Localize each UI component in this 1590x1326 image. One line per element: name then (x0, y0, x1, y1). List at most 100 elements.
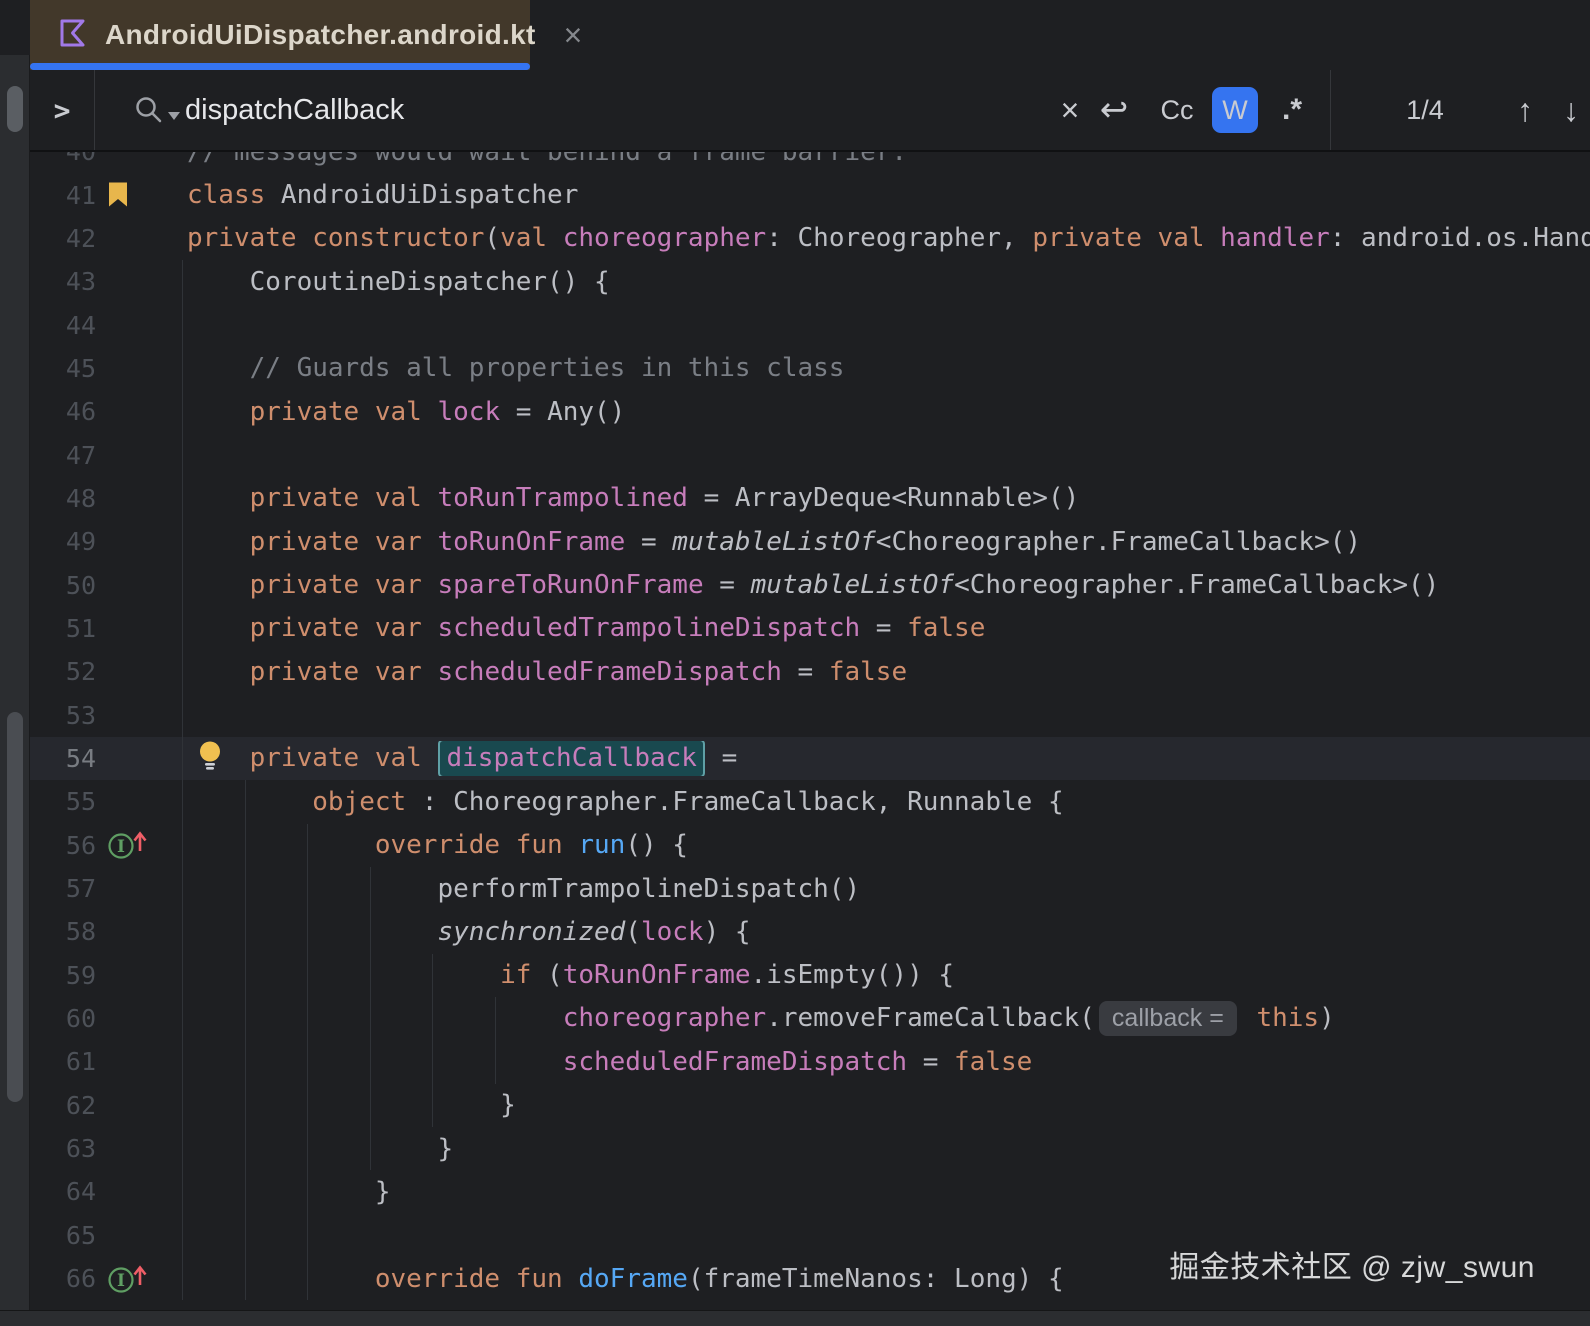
gutter-icon-slot (96, 1170, 187, 1213)
code-line-45[interactable]: 45 // Guards all properties in this clas… (30, 347, 1590, 390)
match-case-toggle[interactable]: Cc (1150, 70, 1204, 150)
line-number: 40 (30, 152, 96, 166)
regex-toggle[interactable]: .* (1270, 70, 1314, 150)
code-line-43[interactable]: 43 CoroutineDispatcher() { (30, 260, 1590, 303)
code-line-48[interactable]: 48 private val toRunTrampolined = ArrayD… (30, 477, 1590, 520)
expand-search-chevron-icon[interactable]: > (30, 70, 95, 150)
line-number: 53 (65, 700, 96, 730)
gutter-icon-slot (96, 303, 187, 346)
gutter-icon-slot (96, 1040, 187, 1083)
gutter-icon-slot (96, 650, 187, 693)
newline-toggle-icon[interactable]: ↩ (1090, 70, 1138, 150)
code-line-60[interactable]: 60 choreographer.removeFrameCallback(cal… (30, 997, 1590, 1040)
code-line-56[interactable]: 56 I override fun run() { (30, 824, 1590, 867)
svg-text:I: I (117, 837, 125, 857)
gutter-icon-slot (96, 563, 187, 606)
gutter-icon-slot (96, 347, 187, 390)
code-line-44[interactable]: 44 (30, 303, 1590, 346)
line-number: 63 (65, 1134, 96, 1164)
code-line-53[interactable]: 53 (30, 693, 1590, 736)
gutter-icon-slot (96, 1214, 187, 1257)
line-number: 42 (65, 223, 96, 253)
indent-guide (307, 823, 309, 1301)
code-text: private val dispatchCallback = (187, 741, 1590, 776)
search-icon[interactable] (128, 70, 184, 150)
gutter-icon-slot[interactable] (96, 737, 187, 780)
bottom-panel-edge (0, 1310, 1590, 1326)
gutter-icon-slot (96, 520, 187, 563)
indent-guide (244, 780, 246, 1301)
override-icon[interactable]: I (96, 824, 187, 867)
tab-androiduidispatcher[interactable]: AndroidUiDispatcher.android.kt × (30, 0, 582, 70)
code-text: private constructor(val choreographer: C… (187, 223, 1590, 254)
code-text: override fun run() { (374, 830, 688, 861)
code-line-40[interactable]: 40 // messages would wait behind a frame … (30, 152, 1590, 173)
code-line-52[interactable]: 52 private var scheduledFrameDispatch = … (30, 650, 1590, 693)
gutter-icon-slot (96, 954, 187, 997)
svg-text:I: I (117, 1271, 125, 1291)
scrollbar-thumb-top[interactable] (7, 86, 23, 132)
line-number: 43 (65, 267, 96, 297)
whole-words-toggle[interactable]: W (1212, 87, 1258, 133)
code-line-41[interactable]: 41 class AndroidUiDispatcher (30, 173, 1590, 216)
bookmark-icon[interactable] (96, 173, 187, 216)
tab-title: AndroidUiDispatcher.android.kt (105, 19, 536, 50)
tab-close-icon[interactable]: × (564, 19, 583, 51)
scrollbar-thumb-main[interactable] (7, 712, 23, 1102)
previous-match-arrow-icon[interactable]: ↑ (1502, 70, 1548, 150)
gutter-icon-slot (96, 477, 187, 520)
code-text: private var scheduledTrampolineDispatch … (249, 613, 986, 644)
code-line-54[interactable]: 54 private val dispatchCallback = (30, 736, 1590, 781)
code-text: } (187, 1090, 516, 1121)
code-text: } (187, 1176, 391, 1207)
line-number: 56 (65, 830, 96, 860)
line-number: 45 (65, 353, 96, 383)
code-line-64[interactable]: 64 } (30, 1170, 1590, 1213)
kotlin-file-icon (56, 16, 90, 55)
gutter-icon-slot (96, 997, 187, 1040)
code-line-46[interactable]: 46 private val lock = Any() (30, 390, 1590, 433)
search-history-caret-icon[interactable] (167, 112, 180, 120)
code-text: // messages would wait behind a frame ba… (187, 152, 1590, 167)
code-editor[interactable]: 40 // messages would wait behind a frame … (30, 152, 1590, 1310)
gutter-icon-slot (96, 152, 187, 173)
code-line-61[interactable]: 61 scheduledFrameDispatch = false (30, 1040, 1590, 1083)
override-icon[interactable]: I (96, 1257, 187, 1300)
line-number: 61 (65, 1047, 96, 1077)
left-panel-strip (0, 55, 30, 1310)
lightbulb-icon[interactable] (197, 741, 223, 776)
code-line-59[interactable]: 59 if (toRunOnFrame.isEmpty()) { (30, 954, 1590, 997)
gutter-icon-slot (96, 910, 187, 953)
code-line-63[interactable]: 63 } (30, 1127, 1590, 1170)
search-input[interactable]: dispatchCallback (185, 70, 404, 150)
gutter-icon-slot (96, 693, 187, 736)
indent-guide (369, 866, 371, 1171)
code-text: object : Choreographer.FrameCallback, Ru… (312, 786, 1064, 817)
code-line-62[interactable]: 62 } (30, 1084, 1590, 1127)
gutter-icon-slot (96, 780, 187, 823)
editor-tab-bar: AndroidUiDispatcher.android.kt × (30, 0, 1590, 70)
line-number: 58 (65, 917, 96, 947)
next-match-arrow-icon[interactable]: ↓ (1548, 70, 1590, 150)
code-line-49[interactable]: 49 private var toRunOnFrame = mutableLis… (30, 520, 1590, 563)
code-text: class AndroidUiDispatcher (187, 180, 579, 211)
gutter-icon-slot (96, 390, 187, 433)
code-line-51[interactable]: 51 private var scheduledTrampolineDispat… (30, 607, 1590, 650)
gutter-icon-slot (96, 217, 187, 260)
indent-guide (495, 997, 496, 1084)
code-text: // Guards all properties in this class (187, 353, 845, 384)
line-number: 51 (65, 613, 96, 643)
code-line-47[interactable]: 47 (30, 433, 1590, 476)
code-line-55[interactable]: 55 object : Choreographer.FrameCallback,… (30, 780, 1590, 823)
indent-guide (182, 260, 183, 1301)
clear-search-icon[interactable]: × (1048, 70, 1092, 150)
code-line-42[interactable]: 42 private constructor(val choreographer:… (30, 217, 1590, 260)
search-divider (1330, 70, 1331, 150)
code-line-50[interactable]: 50 private var spareToRunOnFrame = mutab… (30, 563, 1590, 606)
line-number: 60 (65, 1004, 96, 1034)
code-lines: 40 // messages would wait behind a frame … (30, 152, 1590, 1301)
code-text: synchronized(lock) { (437, 916, 751, 947)
line-number: 66 (65, 1264, 96, 1294)
code-line-57[interactable]: 57 performTrampolineDispatch() (30, 867, 1590, 910)
code-line-58[interactable]: 58 synchronized(lock) { (30, 910, 1590, 953)
